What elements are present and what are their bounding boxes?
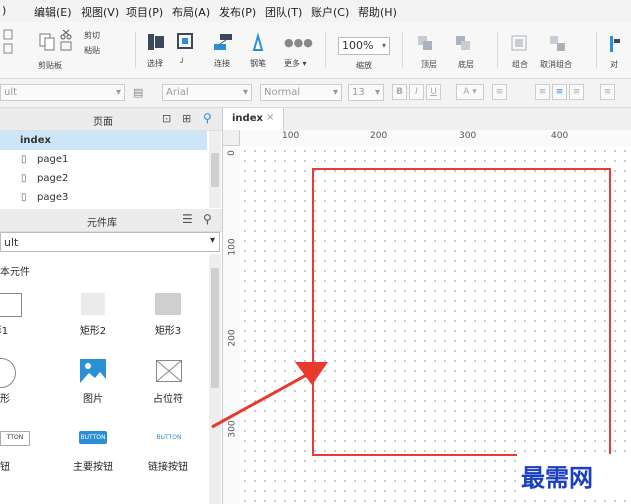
watermark-text: 最需网 <box>521 463 593 492</box>
highlight-box <box>312 168 611 456</box>
arrow-shaft <box>211 370 313 429</box>
annotation-overlay <box>211 168 611 456</box>
watermark-box: 最需网 <box>517 454 627 494</box>
arrow-head-icon <box>295 362 328 385</box>
